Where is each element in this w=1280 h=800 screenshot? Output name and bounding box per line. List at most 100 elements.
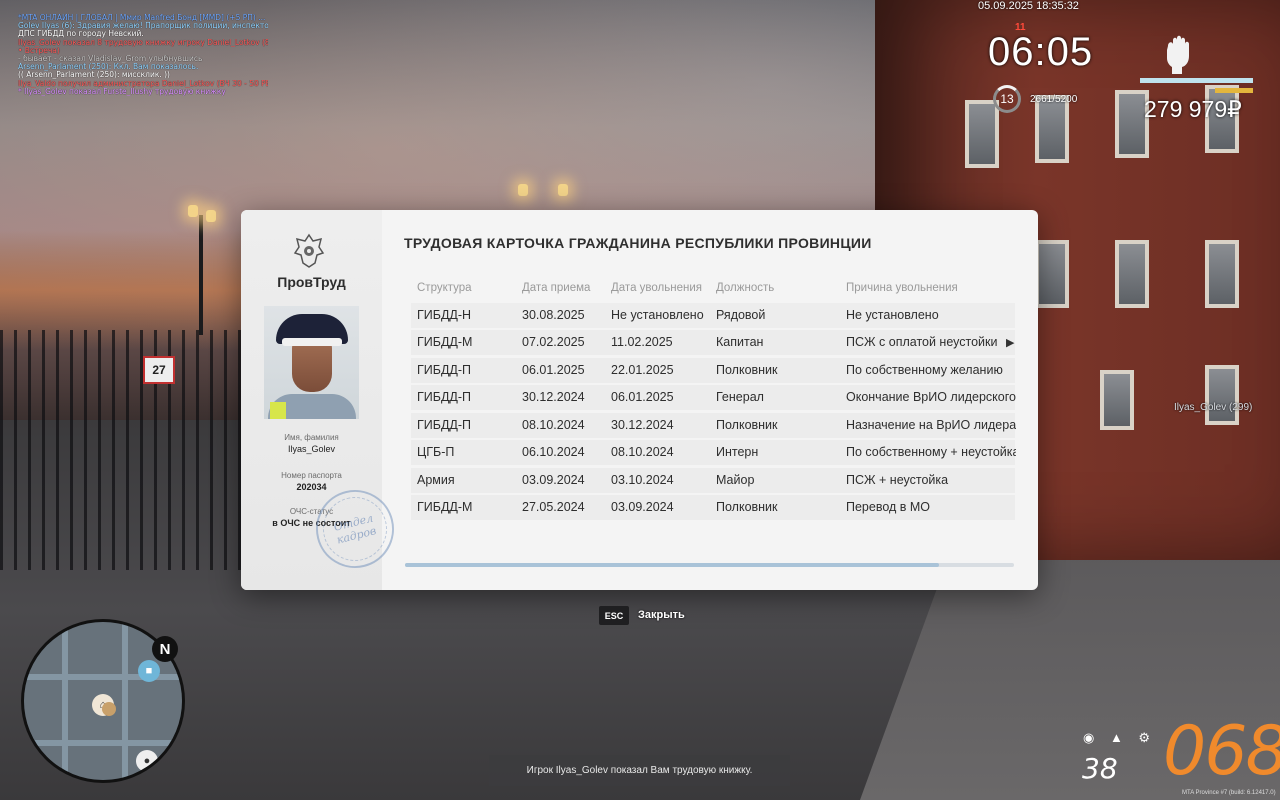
cell-hire-date: 06.01.2025 — [522, 362, 585, 377]
health-bar — [1140, 78, 1253, 83]
chat-line: Golev Ilyas (6): Здравия желаю! Прапорщи… — [18, 22, 268, 31]
chat-log: *MTA ОНЛАЙН | ГЛОБАЛ | Ммир Manfred Бонд… — [18, 14, 268, 96]
column-header: Дата приема — [522, 282, 591, 294]
scrollbar-thumb[interactable] — [405, 563, 939, 567]
street-lamp — [199, 215, 203, 335]
cell-structure: ГИБДД-П — [417, 362, 472, 377]
cell-position: Майор — [716, 472, 755, 487]
lamp-light — [206, 210, 216, 222]
building-window — [1035, 240, 1069, 308]
cell-dismissal-date: 30.12.2024 — [611, 417, 674, 432]
lamp-light — [188, 205, 198, 217]
cell-dismissal-reason: По собственному + неустойка — [846, 445, 1016, 459]
cell-structure: Армия — [417, 472, 455, 487]
horizontal-scrollbar[interactable] — [405, 563, 1014, 567]
card-profile-panel: ПровТруд Имя, фамилия Ilyas_Golev Номер … — [241, 210, 403, 590]
lamp-light — [558, 184, 568, 196]
coat-of-arms-icon — [293, 233, 325, 268]
level-badge: 13 — [993, 85, 1021, 113]
fuel-level: 38 — [1082, 752, 1118, 785]
cell-position: Полковник — [716, 417, 778, 432]
table-row: Армия 03.09.2024 03.10.2024 Майор ПСЖ + неус… — [411, 467, 1015, 493]
building-window — [1205, 365, 1239, 425]
employment-table: Структура Дата приема Дата увольнения До… — [411, 282, 1016, 520]
cell-hire-date: 03.09.2024 — [522, 472, 585, 487]
cell-dismissal-date: 22.01.2025 — [611, 362, 674, 377]
card-title: ТРУДОВАЯ КАРТОЧКА ГРАЖДАНИНА РЕСПУБЛИКИ … — [404, 235, 872, 251]
stamp-text: кадров — [335, 524, 378, 547]
cell-hire-date: 06.10.2024 — [522, 445, 585, 459]
cell-dismissal-date: 11.02.2025 — [611, 335, 673, 349]
cell-dismissal-reason: ПСЖ + неустойка — [846, 472, 949, 487]
cell-structure: ГИБДД-М — [417, 335, 473, 349]
cell-structure: ГИБДД-Н — [417, 307, 472, 322]
esc-key-button[interactable]: ESC — [599, 606, 629, 625]
table-row: ГИБДД-П 06.01.2025 22.01.2025 Полковник По с… — [411, 357, 1015, 383]
cell-dismissal-reason: Назначение на ВрИО лидера — [846, 417, 1016, 432]
column-header: Дата увольнения — [611, 282, 702, 294]
cell-position: Полковник — [716, 500, 778, 514]
building-window — [1100, 370, 1134, 430]
cell-dismissal-date: 06.01.2025 — [611, 390, 674, 404]
street-sign: 27 — [143, 356, 175, 384]
cell-hire-date: 27.05.2024 — [522, 500, 585, 514]
table-row: ГИБДД-П 08.10.2024 30.12.2024 Полковник Назн… — [411, 412, 1016, 438]
building-window — [1205, 240, 1239, 308]
fuel-marker-icon: ● — [136, 750, 158, 772]
close-button[interactable]: Закрыть — [638, 609, 685, 621]
notification-toast: Игрок Ilyas_Golev показал Вам трудовую к… — [489, 755, 790, 786]
column-header: Должность — [716, 282, 775, 294]
cell-dismissal-reason: Окончание ВрИО лидерского — [846, 390, 1016, 404]
column-header: Структура — [417, 282, 472, 294]
cell-position: Капитан — [716, 335, 764, 349]
cell-structure: ЦГБ-П — [417, 445, 455, 459]
character-photo — [264, 306, 359, 419]
name-label: Имя, фамилия — [284, 433, 339, 442]
chat-line: - бывает - сказал Vladislav_Grom улыбнув… — [18, 55, 203, 64]
cell-structure: ГИБДД-М — [417, 500, 473, 514]
cell-dismissal-reason: ПСЖ с оплатой неустойки — [846, 335, 998, 349]
hr-stamp: Отдел кадров — [307, 481, 403, 577]
police-marker-icon: ■ — [138, 660, 160, 682]
cell-hire-date: 30.12.2024 — [522, 390, 585, 404]
fence — [0, 330, 250, 570]
chat-line: Arsenn_Parlament (250): Ккл. Вам показал… — [18, 63, 199, 72]
lamp-light — [518, 184, 528, 196]
speedometer: 068 — [1163, 712, 1280, 791]
org-name: ПровТруд — [277, 274, 346, 290]
cell-dismissal-date: 03.10.2024 — [611, 472, 674, 487]
labor-card-modal: ПровТруд Имя, фамилия Ilyas_Golev Номер … — [241, 210, 1038, 590]
name-value: Ilyas_Golev — [287, 444, 336, 454]
cell-position: Генерал — [716, 390, 764, 404]
cell-dismissal-reason: Не установлено — [846, 307, 939, 322]
compass-north-icon: N — [152, 636, 178, 662]
armor-bar — [1214, 88, 1253, 93]
table-row: ГИБДД-М 07.02.2025 11.02.2025 Капитан ПСЖ с … — [411, 330, 1015, 355]
passport-label: Номер паспорта — [281, 471, 342, 480]
chat-line: Ilya_Valdo получил администратора Daniel… — [18, 79, 268, 88]
hud-datetime: 05.09.2025 18:35:32 — [978, 0, 1079, 12]
cell-structure: ГИБДД-П — [417, 417, 472, 432]
table-row: ГИБДД-Н 30.08.2025 Не установлено Рядовой Не… — [411, 302, 1015, 328]
mouse-cursor-icon: ▶ — [1006, 337, 1015, 349]
cell-dismissal-date: 03.09.2024 — [611, 500, 674, 514]
chat-line: ДПС ГИБДД по городу Невский. — [18, 30, 144, 39]
table-header: Структура Дата приема Дата увольнения До… — [411, 282, 1015, 300]
table-row: ЦГБ-П 06.10.2024 08.10.2024 Интерн По собств… — [411, 440, 1016, 465]
cell-dismissal-date: Не установлено — [611, 307, 704, 322]
cell-hire-date: 07.02.2025 — [522, 335, 585, 349]
chat-line: (( Arsenn_Parlament (250): миссклик. )) — [18, 71, 170, 80]
player-arrow-icon — [102, 702, 116, 716]
exp-counter: 2661/5200 — [1030, 94, 1078, 105]
cell-dismissal-reason: Перевод в МО — [846, 500, 931, 514]
table-row: ГИБДД-М 27.05.2024 03.09.2024 Полковник Пере… — [411, 495, 1015, 520]
cell-structure: ГИБДД-П — [417, 390, 472, 404]
chat-line: * Ilyas_Golev показал Furste_Ilushy труд… — [18, 87, 226, 96]
hud-clock: 06:05 — [988, 30, 1094, 74]
player-nametag: Ilyas_Golev (299) — [1174, 402, 1253, 413]
stamp-text: Отдел — [332, 511, 375, 534]
cell-position: Интерн — [716, 445, 759, 459]
vehicle-status-icons: ◉ ▲ ⚙ — [1083, 730, 1157, 745]
building-window — [965, 100, 999, 168]
cell-hire-date: 08.10.2024 — [522, 417, 585, 432]
